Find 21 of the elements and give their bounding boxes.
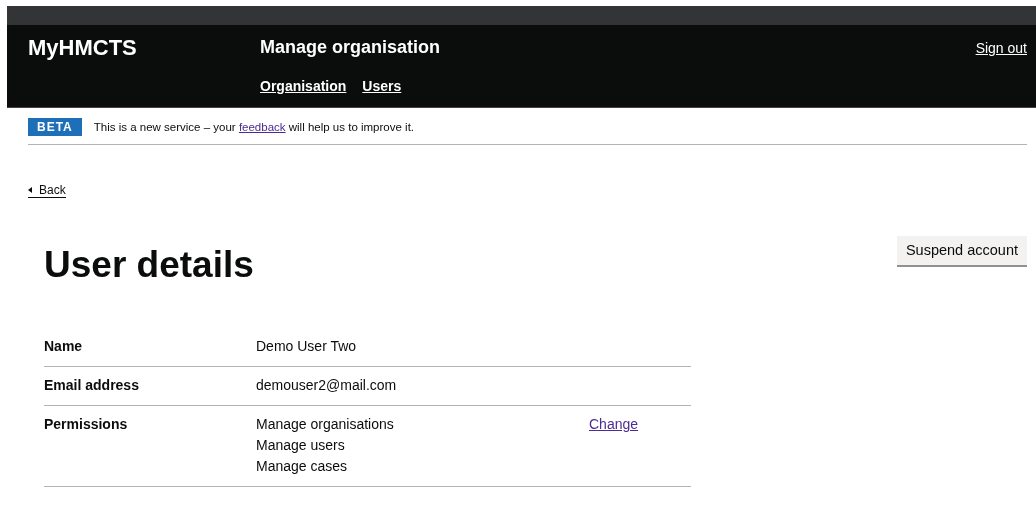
suspend-account-button[interactable]: Suspend account: [896, 236, 1027, 265]
summary-value: Manage cases: [256, 457, 349, 476]
back-arrow-icon: [28, 187, 32, 193]
logo-text: MyHMCTS: [28, 35, 138, 61]
summary-key: Email address: [44, 375, 256, 396]
summary-value: demouser2@mail.com: [256, 376, 398, 395]
phase-banner-text: This is a new service – your feedback will help us to improve it.: [93, 121, 415, 133]
summary-key: Name: [44, 336, 256, 357]
nav-link[interactable]: Users: [362, 78, 402, 94]
service-name: Manage organisation: [260, 37, 441, 58]
change-link[interactable]: Change: [589, 416, 639, 432]
summary-value: Demo User Two: [256, 337, 358, 356]
back-link[interactable]: Back: [28, 183, 66, 198]
summary-key: Permissions: [44, 414, 256, 477]
page-heading: User details: [44, 244, 254, 286]
summary-value: Manage users: [256, 436, 346, 455]
summary-value: Manage organisations: [256, 415, 395, 434]
nav-link[interactable]: Organisation: [260, 78, 347, 94]
sign-out-link[interactable]: Sign out: [975, 40, 1027, 56]
feedback-link[interactable]: feedback: [238, 121, 286, 133]
beta-tag: BETA: [28, 118, 82, 136]
